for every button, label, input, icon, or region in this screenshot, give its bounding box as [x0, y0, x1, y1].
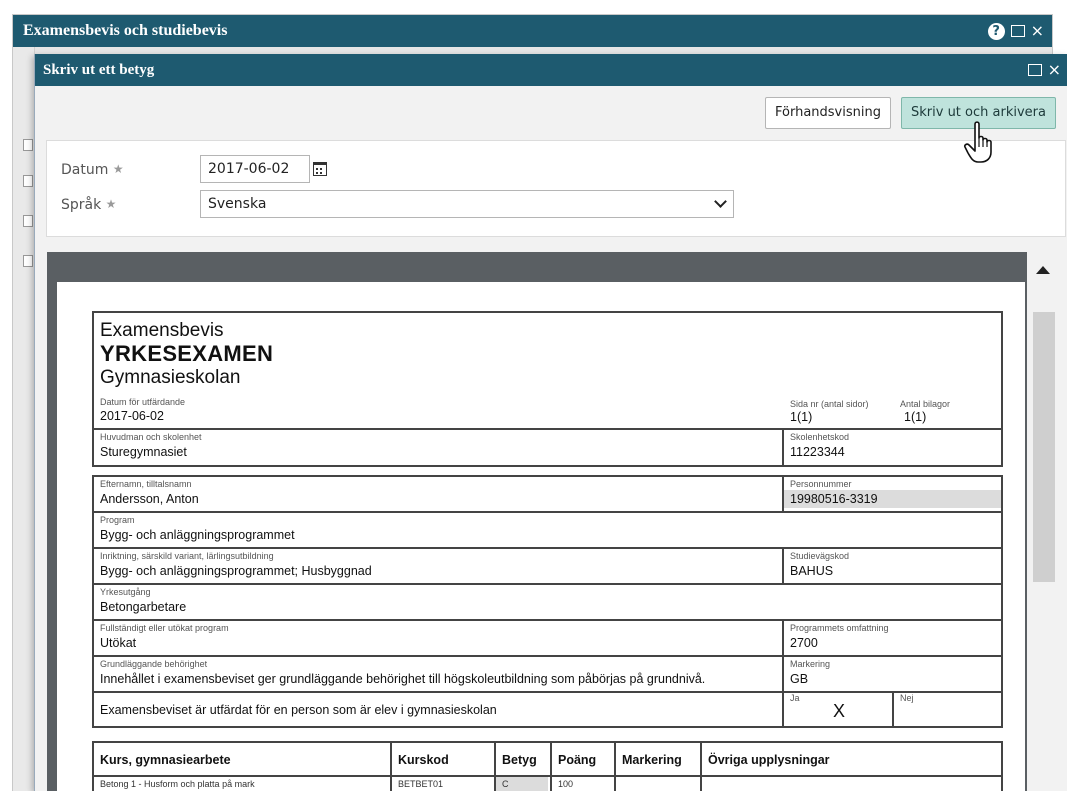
eligibility-value: Innehållet i examensbeviset ger grundläg…	[100, 672, 706, 686]
table-row-code: BETBET01	[398, 779, 444, 789]
date-label-text: Datum	[61, 162, 109, 178]
hand-pointer-cursor-icon	[964, 121, 992, 163]
yes-checkmark: X	[833, 701, 846, 721]
school-code-value: 11223344	[790, 445, 845, 459]
tree-node-icon[interactable]	[23, 175, 33, 187]
print-settings-form: Datum ★ 2017-06-02 Språk ★ Svenska	[46, 140, 1066, 237]
required-star-icon: ★	[105, 197, 117, 211]
preview-scrollbar[interactable]	[1027, 252, 1060, 791]
no-label: Nej	[900, 693, 914, 703]
full-program-label: Fullständigt eller utökat program	[100, 623, 229, 633]
tree-node-icon[interactable]	[23, 255, 33, 267]
tree-node-icon[interactable]	[23, 215, 33, 227]
name-value: Andersson, Anton	[100, 492, 199, 506]
table-header-course: Kurs, gymnasiearbete	[100, 753, 231, 767]
dialog-controls: ×	[1027, 54, 1061, 86]
maximize-icon[interactable]	[1010, 25, 1025, 37]
close-icon[interactable]: ×	[1031, 23, 1044, 39]
exam-title: YRKESEXAMEN	[100, 341, 274, 366]
table-row-course: Betong 1 - Husform och platta på mark	[100, 779, 255, 789]
program-value: Bygg- och anläggningsprogrammet	[100, 528, 295, 542]
table-header-grade: Betyg	[502, 753, 537, 767]
scrollbar-thumb[interactable]	[1033, 312, 1055, 582]
attachments-label: Antal bilagor	[900, 399, 951, 409]
language-label-text: Språk	[61, 197, 102, 213]
scope-label: Programmets omfattning	[790, 623, 889, 633]
certificate-page: Examensbevis YRKESEXAMEN Gymnasieskolan …	[57, 282, 1025, 791]
page-number-value: 1(1)	[790, 410, 813, 424]
school-code-label: Skolenhetskod	[790, 432, 850, 442]
preview-button[interactable]: Förhandsvisning	[765, 97, 891, 129]
table-header-points: Poäng	[558, 753, 597, 767]
name-label: Efternamn, tilltalsnamn	[100, 479, 192, 489]
full-program-value: Utökat	[100, 636, 137, 650]
marking-value: GB	[790, 672, 809, 686]
outcome-label: Yrkesutgång	[100, 587, 151, 597]
table-row-points: 100	[558, 779, 574, 789]
header-box	[92, 311, 1003, 467]
scope-value: 2700	[790, 636, 818, 650]
scroll-up-arrow-icon[interactable]	[1036, 266, 1050, 274]
document-type: Examensbevis	[100, 320, 224, 341]
table-header-other: Övriga upplysningar	[708, 753, 830, 767]
language-select-value: Svenska	[208, 196, 267, 212]
calendar-icon[interactable]	[313, 162, 327, 176]
outer-window-title: Examensbevis och studiebevis	[13, 15, 1052, 47]
principal-label: Huvudman och skolenhet	[100, 432, 202, 442]
marking-label: Markering	[790, 659, 831, 669]
print-grade-dialog: Skriv ut ett betyg × Förhandsvisning Skr…	[34, 54, 1067, 791]
tree-node-icon[interactable]	[23, 139, 33, 151]
language-label: Språk ★	[61, 197, 116, 213]
date-label: Datum ★	[61, 162, 124, 178]
outer-window-controls: ? ×	[987, 15, 1044, 47]
issue-date-value: 2017-06-02	[100, 409, 164, 423]
outer-window-sidebar	[13, 47, 35, 791]
table-row-grade: C	[502, 779, 509, 789]
close-icon[interactable]: ×	[1048, 62, 1061, 78]
study-path-label: Studievägskod	[790, 551, 850, 561]
table-header-marking: Markering	[622, 753, 682, 767]
page-number-label: Sida nr (antal sidor)	[790, 399, 869, 409]
chevron-down-icon	[714, 195, 727, 208]
dialog-title: Skriv ut ett betyg	[35, 54, 1067, 86]
study-path-value: BAHUS	[790, 564, 834, 578]
yes-label: Ja	[790, 693, 800, 703]
pnr-value: 19980516-3319	[790, 492, 878, 506]
school-form: Gymnasieskolan	[100, 367, 241, 388]
issue-date-label: Datum för utfärdande	[100, 397, 186, 407]
attachments-value: 1(1)	[904, 410, 927, 424]
issued-for-text: Examensbeviset är utfärdat för en person…	[100, 703, 497, 717]
document-preview[interactable]: Examensbevis YRKESEXAMEN Gymnasieskolan …	[47, 252, 1027, 791]
required-star-icon: ★	[112, 162, 124, 176]
help-icon[interactable]: ?	[987, 22, 1005, 40]
maximize-icon[interactable]	[1027, 64, 1042, 76]
date-input[interactable]: 2017-06-02	[200, 155, 310, 183]
eligibility-label: Grundläggande behörighet	[100, 659, 208, 669]
program-label: Program	[100, 515, 135, 525]
orientation-value: Bygg- och anläggningsprogrammet; Husbygg…	[100, 564, 372, 578]
language-select[interactable]: Svenska	[200, 190, 734, 218]
pnr-label: Personnummer	[790, 479, 852, 489]
outcome-value: Betongarbetare	[100, 600, 187, 614]
table-header-code: Kurskod	[398, 753, 449, 767]
principal-value: Sturegymnasiet	[100, 445, 187, 459]
orientation-label: Inriktning, särskild variant, lärlingsut…	[100, 551, 274, 561]
